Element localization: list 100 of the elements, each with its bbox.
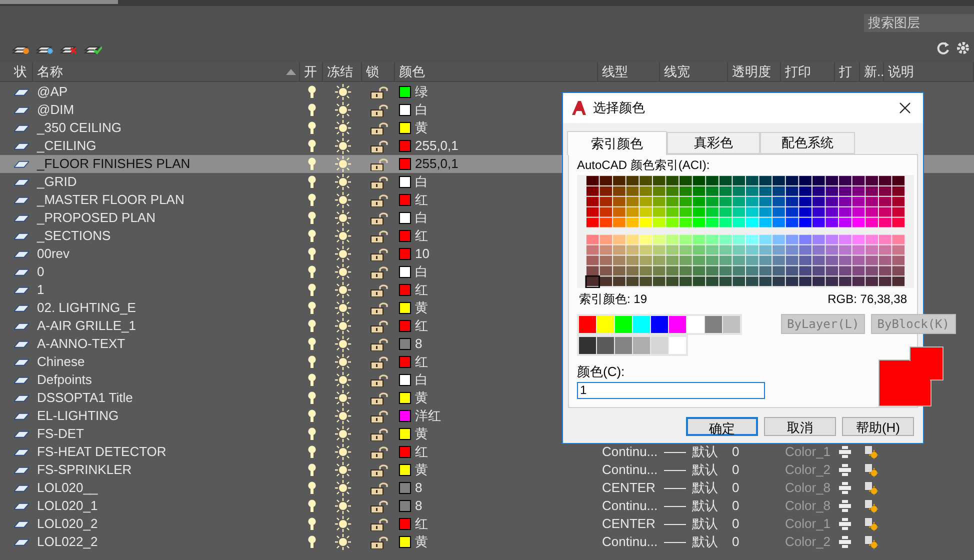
color-swatch[interactable] [399,122,411,134]
padlock-open-icon[interactable] [370,229,388,243]
lineweight-value[interactable]: 默认 [692,460,718,480]
lightbulb-icon[interactable] [308,265,316,279]
layer-name[interactable]: Chinese [37,352,85,372]
padlock-open-icon[interactable] [370,283,388,297]
lightbulb-icon[interactable] [308,139,316,153]
sun-icon[interactable] [334,228,350,244]
layer-name[interactable]: FS-HEAT DETECTOR [37,442,166,462]
color-swatch[interactable] [399,158,411,170]
color-swatch[interactable] [399,356,411,368]
close-icon[interactable] [899,102,911,114]
tab[interactable]: 真彩色 [667,132,760,154]
lightbulb-icon[interactable] [308,337,316,351]
lightbulb-icon[interactable] [308,175,316,189]
column-header[interactable]: 状 [14,62,27,82]
dialog-button[interactable]: 取消 [764,417,836,436]
dialog-button[interactable]: 确定 [686,417,758,436]
sun-icon[interactable] [334,264,350,280]
color-swatch[interactable] [399,464,411,476]
column-header[interactable]: 开 [304,62,317,82]
lightbulb-icon[interactable] [308,85,316,99]
color-swatch[interactable] [651,337,668,354]
color-swatch[interactable] [399,302,411,314]
viewport-sun-icon[interactable] [864,463,878,477]
printer-icon[interactable] [839,446,851,458]
layer-name[interactable]: _SECTIONS [37,226,111,246]
color-swatch[interactable] [597,316,614,333]
padlock-open-icon[interactable] [370,103,388,117]
color-name[interactable]: 红 [415,190,428,210]
layer-name[interactable]: _GRID [37,172,77,192]
transparency-value[interactable]: 0 [732,442,740,462]
sun-icon[interactable] [334,84,350,100]
color-swatch[interactable] [399,320,411,332]
layer-name[interactable]: FS-SPRINKLER [37,460,132,480]
color-swatch[interactable] [615,337,632,354]
color-name[interactable]: 黄 [415,424,428,444]
sun-icon[interactable] [334,498,350,514]
linetype-name[interactable]: Continu... [602,460,658,480]
color-swatch[interactable] [399,428,411,440]
tab[interactable]: 索引颜色 [567,131,667,155]
sun-icon[interactable] [334,426,350,442]
transparency-value[interactable]: 0 [732,478,740,498]
sun-icon[interactable] [334,156,350,172]
sun-icon[interactable] [334,102,350,118]
sun-icon[interactable] [334,408,350,424]
color-swatch[interactable] [399,446,411,458]
linetype-name[interactable]: CENTER [602,514,656,534]
sun-icon[interactable] [334,390,350,406]
color-swatch[interactable] [669,316,686,333]
lightbulb-icon[interactable] [308,535,316,549]
color-swatch[interactable] [399,482,411,494]
color-swatch[interactable] [669,337,686,354]
padlock-open-icon[interactable] [370,193,388,207]
color-swatch[interactable] [399,176,411,188]
linetype-name[interactable]: CENTER [602,478,656,498]
lightbulb-icon[interactable] [308,157,316,171]
layer-name[interactable]: LOL022_2 [37,532,98,552]
layer-name[interactable]: LOL020__ [37,478,98,498]
layer-name[interactable]: 02. LIGHTING_E [37,298,136,318]
column-header[interactable]: 线型 [602,62,628,82]
color-swatch[interactable] [399,410,411,422]
color-name[interactable]: 绿 [415,82,428,102]
color-swatch[interactable] [579,337,596,354]
color-name[interactable]: 白 [415,370,428,390]
sun-icon[interactable] [334,318,350,334]
color-swatch[interactable] [399,284,411,296]
padlock-open-icon[interactable] [370,265,388,279]
color-swatch[interactable] [633,316,650,333]
column-header[interactable]: 冻结 [327,62,353,82]
transparency-value[interactable]: 0 [732,460,740,480]
color-swatch[interactable] [399,140,411,152]
color-swatch[interactable] [399,392,411,404]
color-swatch[interactable] [687,316,704,333]
transparency-value[interactable]: 0 [732,514,740,534]
color-name[interactable]: 黄 [415,298,428,318]
color-name[interactable]: 白 [415,100,428,120]
sun-icon[interactable] [334,336,350,352]
search-field[interactable]: 搜索图层 [864,14,974,32]
sun-icon[interactable] [334,174,350,190]
sun-icon[interactable] [334,282,350,298]
sun-icon[interactable] [334,444,350,460]
column-header[interactable]: 透明度 [732,62,771,82]
printer-icon[interactable] [839,536,851,548]
padlock-open-icon[interactable] [370,337,388,351]
lightbulb-icon[interactable] [308,373,316,387]
padlock-open-icon[interactable] [370,499,388,513]
lightbulb-icon[interactable] [308,301,316,315]
color-swatch[interactable] [399,212,411,224]
layer-name[interactable]: A-ANNO-TEXT [37,334,126,354]
color-name[interactable]: 黄 [415,460,428,480]
layer-name[interactable]: _FLOOR FINISHES PLAN [37,154,190,174]
padlock-open-icon[interactable] [370,139,388,153]
sun-icon[interactable] [334,462,350,478]
linetype-name[interactable]: Continu... [602,442,658,462]
sun-icon[interactable] [334,210,350,226]
column-header[interactable]: 新.. [864,62,884,82]
printer-icon[interactable] [839,482,851,494]
padlock-open-icon[interactable] [370,247,388,261]
layer-name[interactable]: 1 [37,280,44,300]
